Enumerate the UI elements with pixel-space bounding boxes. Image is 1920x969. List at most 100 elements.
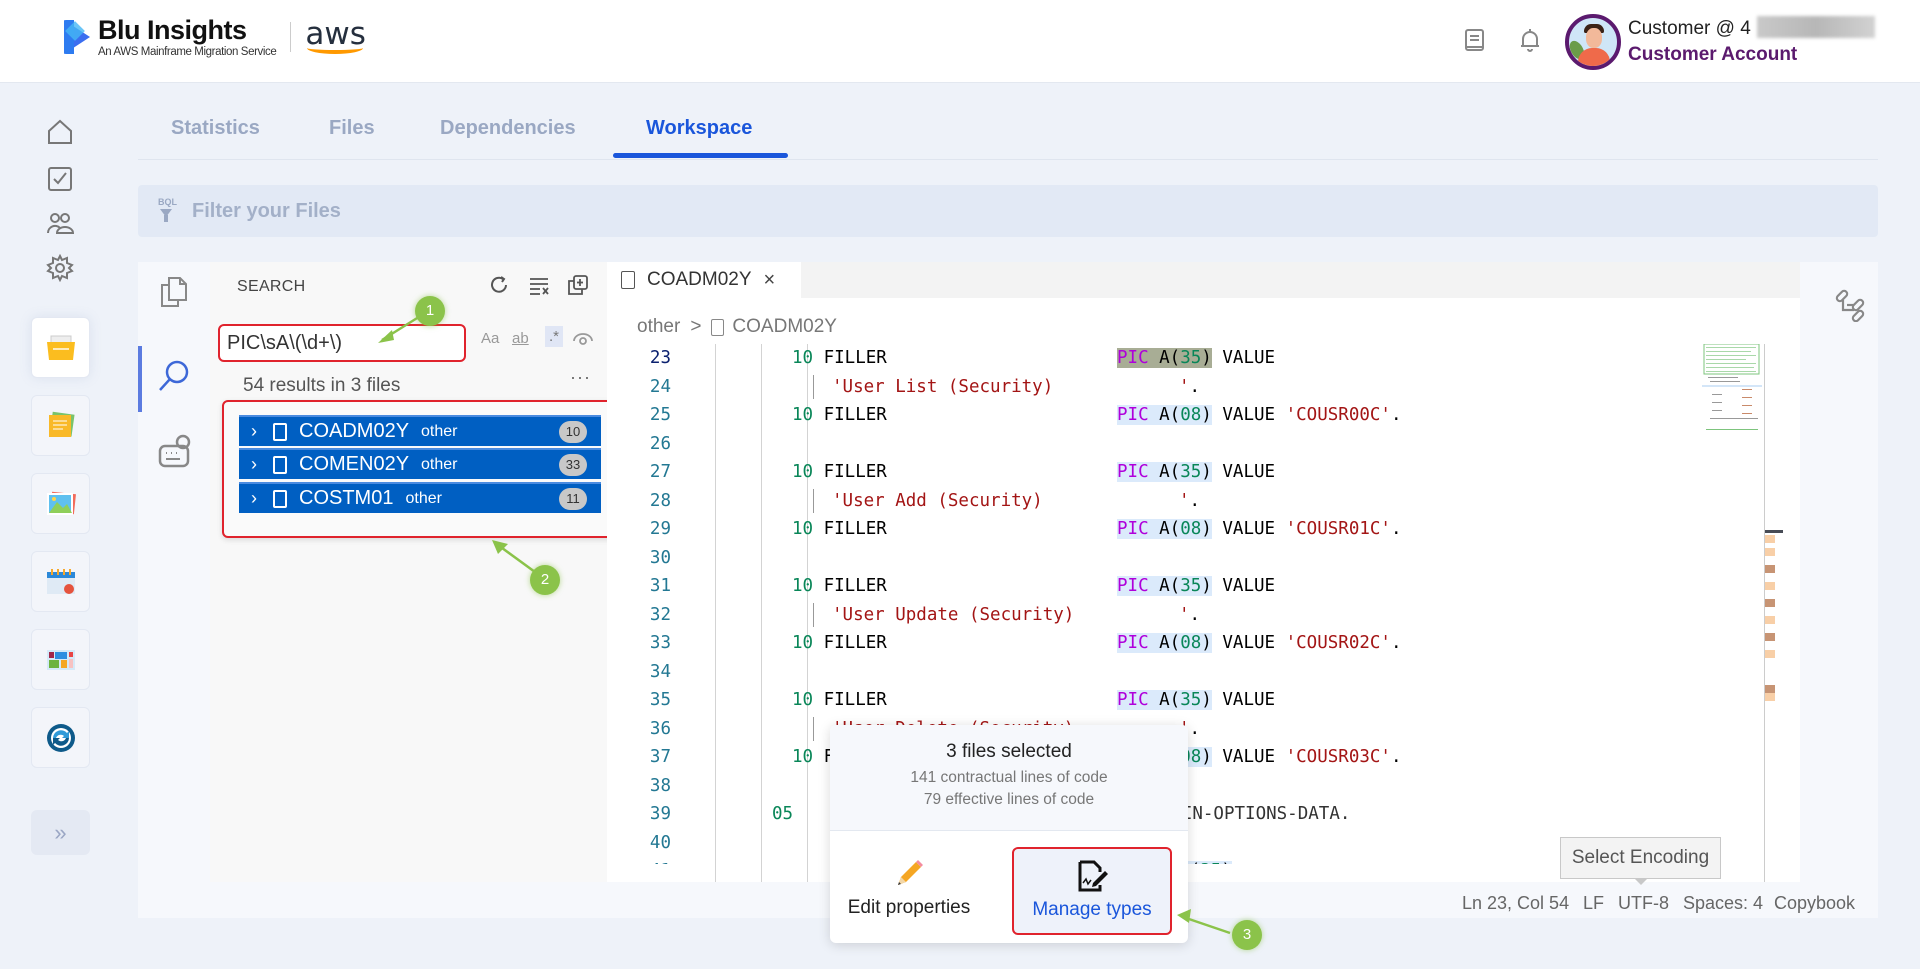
explorer-icon[interactable] (156, 274, 192, 310)
user-email[interactable]: Customer @ 4 (1628, 18, 1751, 40)
editor-tab[interactable]: COADM02Y × (607, 262, 801, 298)
search-icon[interactable] (156, 358, 192, 394)
line-number: 26 (607, 430, 671, 459)
account-name[interactable]: Customer Account (1628, 44, 1797, 66)
more-options-button[interactable]: ··· (570, 367, 591, 388)
aws-logo: aws (305, 20, 366, 54)
code-line[interactable]: 3310 FILLERPIC A(08) VALUE 'COUSR02C'. (607, 629, 1747, 658)
select-encoding-tooltip: Select Encoding (1560, 837, 1721, 879)
manage-types-button[interactable]: Manage types (1012, 847, 1172, 935)
callout-1: 1 (415, 296, 445, 326)
new-search-editor-icon[interactable] (567, 274, 589, 296)
dashboard-icon (45, 646, 77, 674)
cursor-position[interactable]: Ln 23, Col 54 (1462, 893, 1569, 914)
search-result-file[interactable]: › COSTM01 other 11 (239, 482, 601, 513)
search-match-highlight: PIC A(08) (1117, 633, 1212, 653)
line-number: 30 (607, 544, 671, 573)
code-line[interactable]: 30 (607, 544, 1747, 573)
refresh-icon[interactable] (488, 274, 510, 296)
line-number: 39 (607, 800, 671, 829)
code-line[interactable]: 24'User List (Security)'. (607, 373, 1747, 402)
editor-scrollbar[interactable] (1764, 344, 1765, 882)
app-transformation[interactable] (31, 707, 90, 768)
redacted-account-id (1757, 16, 1875, 38)
app-gallery[interactable] (31, 473, 90, 534)
tab-dependencies[interactable]: Dependencies (440, 117, 576, 140)
code-line[interactable]: 2710 FILLERPIC A(35) VALUE (607, 458, 1747, 487)
file-icon (711, 319, 724, 336)
encoding-selector[interactable]: UTF-8 (1618, 893, 1669, 914)
chevron-right-icon[interactable]: › (239, 421, 269, 442)
keyboard-shortcuts-icon[interactable] (156, 434, 192, 470)
code-line[interactable]: 2510 FILLERPIC A(08) VALUE 'COUSR00C'. (607, 401, 1747, 430)
chevron-right-icon[interactable]: › (239, 454, 269, 475)
line-number: 34 (607, 658, 671, 687)
code-line[interactable]: 2310 FILLERPIC A(35) VALUE (607, 344, 1747, 373)
line-number: 23 (607, 344, 671, 373)
breadcrumb-separator: > (690, 316, 701, 338)
search-panel-title: SEARCH (237, 278, 305, 296)
indentation-setting[interactable]: Spaces: 4 (1683, 893, 1763, 914)
search-match-highlight: PIC A(08) (1117, 405, 1212, 425)
logo-divider (290, 22, 291, 52)
tab-workspace[interactable]: Workspace (646, 117, 752, 140)
tab-statistics[interactable]: Statistics (171, 117, 260, 140)
users-icon[interactable] (46, 210, 74, 238)
breadcrumb-file[interactable]: COADM02Y (732, 316, 837, 338)
code-line[interactable]: 2910 FILLERPIC A(08) VALUE 'COUSR01C'. (607, 515, 1747, 544)
breadcrumb-folder[interactable]: other (637, 316, 680, 338)
filter-files-input[interactable] (192, 195, 1792, 227)
active-tab-indicator (613, 153, 788, 158)
edit-properties-button[interactable]: Edit properties (844, 847, 974, 935)
line-number: 33 (607, 629, 671, 658)
editor-tab-bar: COADM02Y × (607, 262, 1800, 298)
chevron-right-icon[interactable]: › (239, 488, 269, 509)
regex-toggle[interactable]: .* (545, 326, 563, 347)
scrollbar-thumb[interactable] (1765, 530, 1783, 533)
activity-bar (138, 262, 210, 882)
app-notes[interactable] (31, 395, 90, 456)
callout-3: 3 (1232, 920, 1262, 950)
expand-sidebar-button[interactable]: » (31, 810, 90, 855)
app-dashboard[interactable] (31, 629, 90, 690)
documentation-icon[interactable] (1463, 28, 1487, 54)
code-line[interactable]: 34 (607, 658, 1747, 687)
top-header: Blu Insights An AWS Mainframe Migration … (0, 0, 1920, 83)
selection-actions-popup: 3 files selected 141 contractual lines o… (830, 725, 1188, 943)
minimap[interactable] (1702, 344, 1762, 434)
home-icon[interactable] (46, 118, 74, 146)
line-number: 35 (607, 686, 671, 715)
search-result-file[interactable]: › COADM02Y other 10 (239, 415, 601, 446)
code-line[interactable]: 3110 FILLERPIC A(35) VALUE (607, 572, 1747, 601)
app-calendar[interactable] (31, 551, 90, 612)
image-icon (45, 490, 77, 518)
line-number: 28 (607, 487, 671, 516)
bell-icon[interactable] (1518, 28, 1542, 54)
blu-insights-logo-icon (64, 20, 90, 54)
blu-insights-logo[interactable]: Blu Insights An AWS Mainframe Migration … (64, 16, 366, 58)
clear-results-icon[interactable] (528, 274, 550, 296)
user-avatar[interactable] (1565, 14, 1621, 70)
tasks-icon[interactable] (46, 165, 74, 193)
match-case-toggle[interactable]: Aa (481, 330, 499, 347)
close-tab-icon[interactable]: × (764, 269, 776, 292)
preserve-case-eye-icon[interactable] (572, 330, 594, 352)
line-ending[interactable]: LF (1583, 893, 1604, 914)
dependency-graph-icon[interactable] (1833, 288, 1867, 322)
language-mode[interactable]: Copybook (1774, 893, 1855, 914)
code-line[interactable]: 28'User Add (Security)'. (607, 487, 1747, 516)
whole-word-toggle[interactable]: ab (512, 330, 529, 347)
code-line[interactable]: 26 (607, 430, 1747, 459)
search-match-highlight: PIC A(35) (1117, 690, 1212, 710)
settings-icon[interactable] (46, 254, 74, 282)
code-line[interactable]: 32'User Update (Security)'. (607, 601, 1747, 630)
bql-label: BQL (158, 197, 177, 207)
search-match-highlight: PIC A(35) (1117, 348, 1212, 368)
search-result-file[interactable]: › COMEN02Y other 33 (239, 448, 601, 479)
breadcrumb: other > COADM02Y (637, 316, 837, 338)
code-line[interactable]: 3510 FILLERPIC A(35) VALUE (607, 686, 1747, 715)
app-codebase[interactable] (31, 317, 90, 378)
search-match-highlight: PIC A(35) (1117, 576, 1212, 596)
folder-icon (45, 334, 77, 362)
tab-files[interactable]: Files (329, 117, 375, 140)
